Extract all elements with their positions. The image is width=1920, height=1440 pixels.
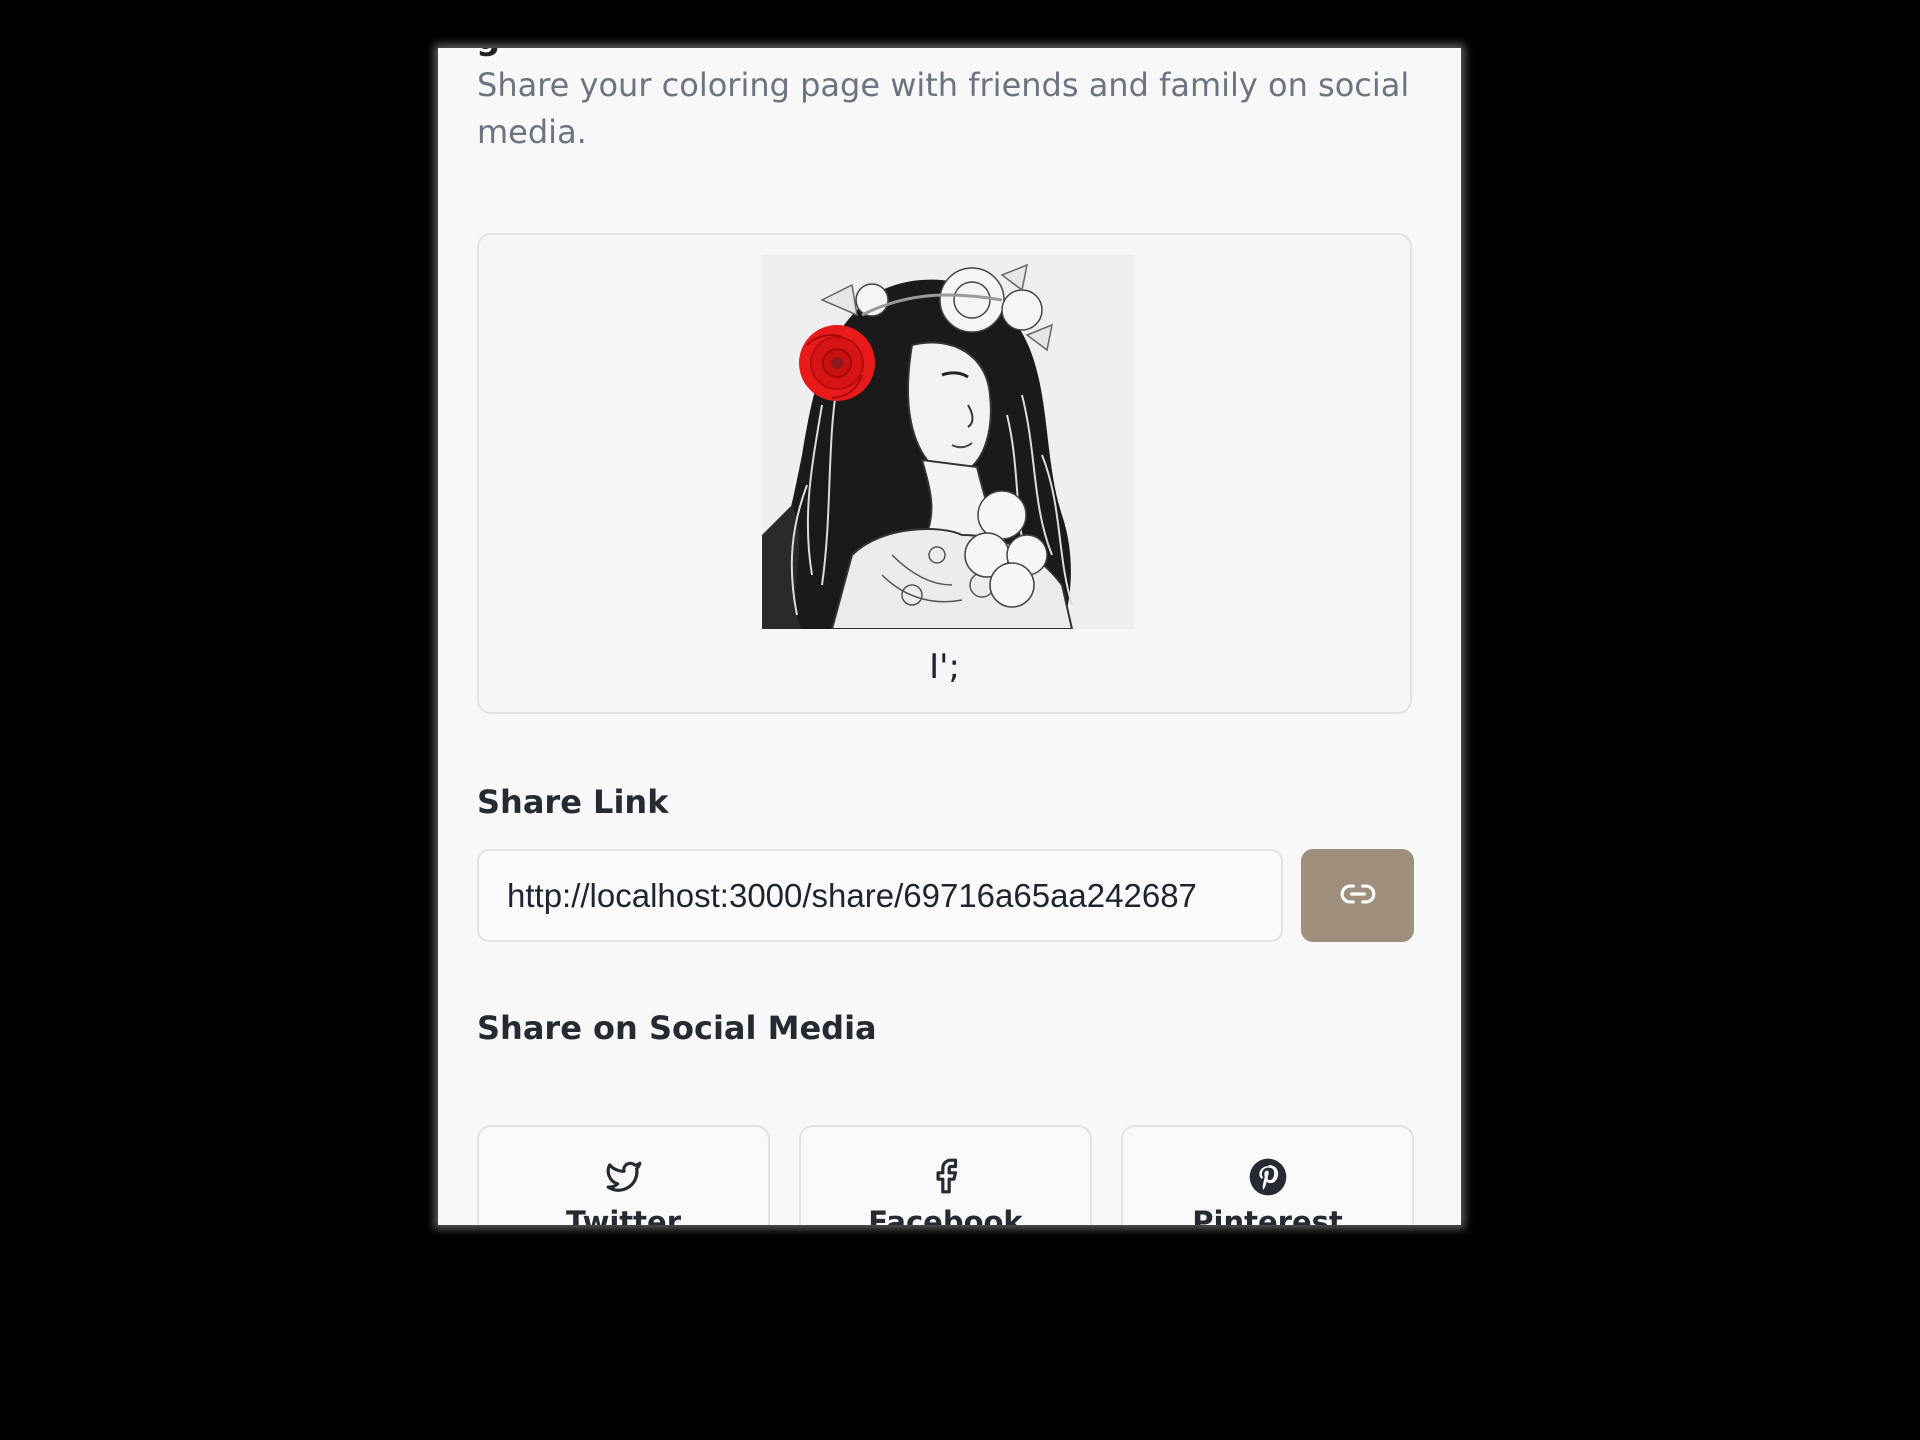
preview-caption: I'; xyxy=(929,647,960,687)
dialog-description: Share your coloring page with friends an… xyxy=(477,66,1410,151)
pinterest-icon xyxy=(1248,1157,1288,1201)
share-link-label: Share Link xyxy=(477,783,669,821)
facebook-share-button[interactable]: Facebook xyxy=(799,1125,1092,1225)
twitter-share-button[interactable]: Twitter xyxy=(477,1125,770,1225)
social-media-label: Share on Social Media xyxy=(477,1009,877,1047)
facebook-icon xyxy=(927,1157,965,1199)
twitter-label: Twitter xyxy=(565,1205,682,1225)
pinterest-share-button[interactable]: Pinterest xyxy=(1121,1125,1414,1225)
share-dialog: g Share your coloring page with friends … xyxy=(438,48,1461,1225)
facebook-label: Facebook xyxy=(868,1205,1023,1225)
dialog-title-partial: g xyxy=(476,48,500,58)
share-link-input[interactable] xyxy=(477,849,1283,942)
pinterest-label: Pinterest xyxy=(1192,1205,1343,1225)
twitter-icon xyxy=(605,1157,643,1199)
share-link-row xyxy=(477,849,1414,942)
link-icon xyxy=(1339,875,1377,917)
social-buttons-row: Twitter Facebook Pinterest xyxy=(477,1125,1414,1225)
copy-link-button[interactable] xyxy=(1301,849,1414,942)
coloring-page-image xyxy=(762,255,1134,629)
preview-card: I'; xyxy=(477,233,1412,714)
